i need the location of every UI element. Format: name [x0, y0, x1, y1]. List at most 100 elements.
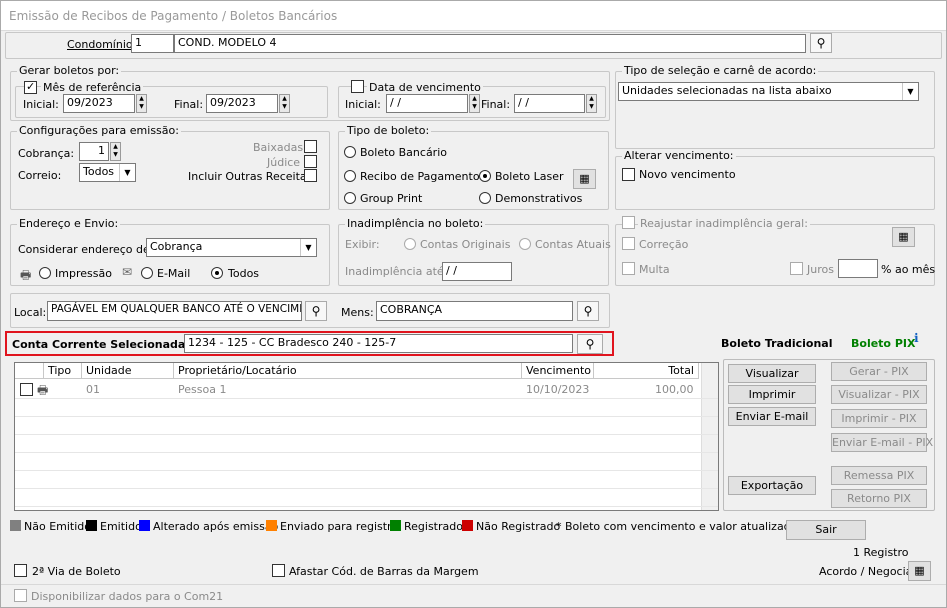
disponibilizar-checkbox[interactable]: [14, 589, 27, 602]
condominio-code-input[interactable]: 1: [131, 34, 174, 53]
final-input[interactable]: 09/2023: [206, 94, 278, 113]
visualizar-button[interactable]: Visualizar: [728, 364, 816, 383]
final-label: Final:: [174, 98, 204, 111]
boletos-table: Tipo Unidade Proprietário/Locatário Venc…: [14, 362, 719, 511]
legend-note: * Boleto com vencimento e valor atualiza…: [556, 520, 807, 533]
visualizar-pix-button[interactable]: Visualizar - PIX: [831, 385, 927, 404]
correcao-checkbox[interactable]: [622, 237, 635, 250]
final-spinner[interactable]: ▲ ▼: [279, 94, 290, 113]
config-title: Configurações para emissão:: [17, 124, 181, 137]
info-icon[interactable]: ℹ: [914, 331, 919, 345]
retorno-pix-button[interactable]: Retorno PIX: [831, 489, 927, 508]
afastar-checkbox[interactable]: [272, 564, 285, 577]
boleto-bancario-radio[interactable]: [344, 146, 356, 158]
remessa-pix-button[interactable]: Remessa PIX: [831, 466, 927, 485]
mens-binoculars-icon[interactable]: ⚲: [577, 301, 599, 321]
reajustar-settings-icon[interactable]: ▦: [892, 227, 915, 247]
legend-item: Enviado para registro: [266, 520, 398, 533]
impressao-radio[interactable]: [39, 267, 51, 279]
cobranca-spinner[interactable]: ▲ ▼: [110, 142, 121, 161]
inicial-input[interactable]: 09/2023: [63, 94, 135, 113]
data-vencimento-checkbox[interactable]: [351, 80, 364, 93]
contas-originais-radio[interactable]: [404, 238, 416, 250]
local-input[interactable]: PAGÁVEL EM QUALQUER BANCO ATÉ O VENCIMEN…: [47, 301, 302, 321]
email-radio[interactable]: [141, 267, 153, 279]
tipo-boleto-title: Tipo de boleto:: [345, 124, 432, 137]
considerar-dropdown[interactable]: Cobrança: [146, 238, 317, 257]
condominio-name-input[interactable]: COND. MODELO 4: [174, 34, 806, 53]
legend-swatch-black: [86, 520, 97, 531]
table-row[interactable]: 🖶 01 Pessoa 1 10/10/2023 100,00: [15, 380, 701, 398]
conta-corrente-input[interactable]: 1234 - 125 - CC Bradesco 240 - 125-7: [184, 334, 573, 353]
correio-chevron-down-icon[interactable]: ▼: [119, 164, 135, 181]
window-title: Emissão de Recibos de Pagamento / Boleto…: [9, 9, 338, 23]
tipo-selecao-chevron-down-icon[interactable]: ▼: [902, 83, 918, 100]
inadimplencia-ate-label: Inadimplência até:: [345, 265, 448, 278]
contas-atuais-radio[interactable]: [519, 238, 531, 250]
row-vencimento: 10/10/2023: [526, 383, 590, 396]
condominio-label: Condomínio:: [67, 38, 137, 51]
col-total-header[interactable]: Total: [594, 363, 699, 379]
inicial-spinner[interactable]: ▲ ▼: [136, 94, 147, 113]
acordo-label: Acordo / Negociar: [819, 565, 917, 578]
legend-swatch-green: [390, 520, 401, 531]
data-vencimento-label: Data de vencimento: [367, 81, 483, 94]
judice-checkbox[interactable]: [304, 155, 317, 168]
juros-checkbox[interactable]: [790, 262, 803, 275]
recibo-label: Recibo de Pagamento: [360, 170, 480, 183]
inadimplencia-ate-input[interactable]: / /: [442, 262, 512, 281]
conta-corrente-binoculars-icon[interactable]: ⚲: [577, 334, 603, 354]
col-tipo-header[interactable]: Tipo: [44, 363, 82, 379]
acordo-settings-icon[interactable]: ▦: [908, 561, 931, 581]
col-vencimento-header[interactable]: Vencimento: [522, 363, 594, 379]
enviar-email-pix-button[interactable]: Enviar E-mail - PIX: [831, 433, 933, 452]
contas-originais-label: Contas Originais: [420, 238, 511, 251]
demonstrativos-radio[interactable]: [479, 192, 491, 204]
segunda-via-checkbox[interactable]: [14, 564, 27, 577]
novo-vencimento-checkbox[interactable]: [622, 168, 635, 181]
legend-swatch-blue: [139, 520, 150, 531]
printer-icon: 🖶: [20, 268, 32, 282]
cobranca-input[interactable]: 1: [79, 142, 109, 161]
legend-label: Não Registrado: [476, 520, 561, 533]
legend-label: Não Emitido: [24, 520, 91, 533]
todos-radio[interactable]: [211, 267, 223, 279]
legend-swatch-red: [462, 520, 473, 531]
legend-item: Emitido: [86, 520, 142, 533]
reajustar-label: Reajustar inadimplência geral:: [638, 217, 810, 230]
row-select-checkbox[interactable]: [20, 383, 33, 396]
boleto-settings-icon[interactable]: ▦: [573, 169, 596, 189]
legend-item: Registrado: [390, 520, 463, 533]
dv-final-spinner[interactable]: ▲ ▼: [586, 94, 597, 113]
exportacao-button[interactable]: Exportação: [728, 476, 816, 495]
dv-final-input[interactable]: / /: [514, 94, 585, 113]
col-proprietario-header[interactable]: Proprietário/Locatário: [174, 363, 522, 379]
baixadas-checkbox[interactable]: [304, 140, 317, 153]
enviar-email-button[interactable]: Enviar E-mail: [728, 407, 816, 426]
sair-button[interactable]: Sair: [786, 520, 866, 540]
juros-input[interactable]: [838, 259, 878, 278]
imprimir-pix-button[interactable]: Imprimir - PIX: [831, 409, 927, 428]
tipo-selecao-dropdown[interactable]: Unidades selecionadas na lista abaixo: [618, 82, 919, 101]
dv-inicial-input[interactable]: / /: [386, 94, 468, 113]
judice-label: Júdice: [267, 156, 301, 169]
reajustar-checkbox[interactable]: [622, 216, 635, 229]
gerar-pix-button[interactable]: Gerar - PIX: [831, 362, 927, 381]
imprimir-button[interactable]: Imprimir: [728, 385, 816, 404]
baixadas-label: Baixadas: [253, 141, 304, 154]
mes-referencia-checkbox[interactable]: [24, 80, 37, 94]
multa-checkbox[interactable]: [622, 262, 635, 275]
local-binoculars-icon[interactable]: ⚲: [305, 301, 327, 321]
group-print-radio[interactable]: [344, 192, 356, 204]
considerar-chevron-down-icon[interactable]: ▼: [300, 239, 316, 256]
dv-inicial-spinner[interactable]: ▲ ▼: [469, 94, 480, 113]
outras-receitas-checkbox[interactable]: [304, 169, 317, 182]
tipo-selecao-title: Tipo de seleção e carnê de acordo:: [622, 64, 819, 77]
legend-label: Enviado para registro: [280, 520, 399, 533]
condominio-search-binoculars-icon[interactable]: ⚲: [810, 33, 832, 53]
col-unidade-header[interactable]: Unidade: [82, 363, 174, 379]
mens-input[interactable]: COBRANÇA: [376, 301, 573, 321]
boleto-laser-radio[interactable]: [479, 170, 491, 182]
contas-atuais-label: Contas Atuais: [535, 238, 611, 251]
recibo-radio[interactable]: [344, 170, 356, 182]
